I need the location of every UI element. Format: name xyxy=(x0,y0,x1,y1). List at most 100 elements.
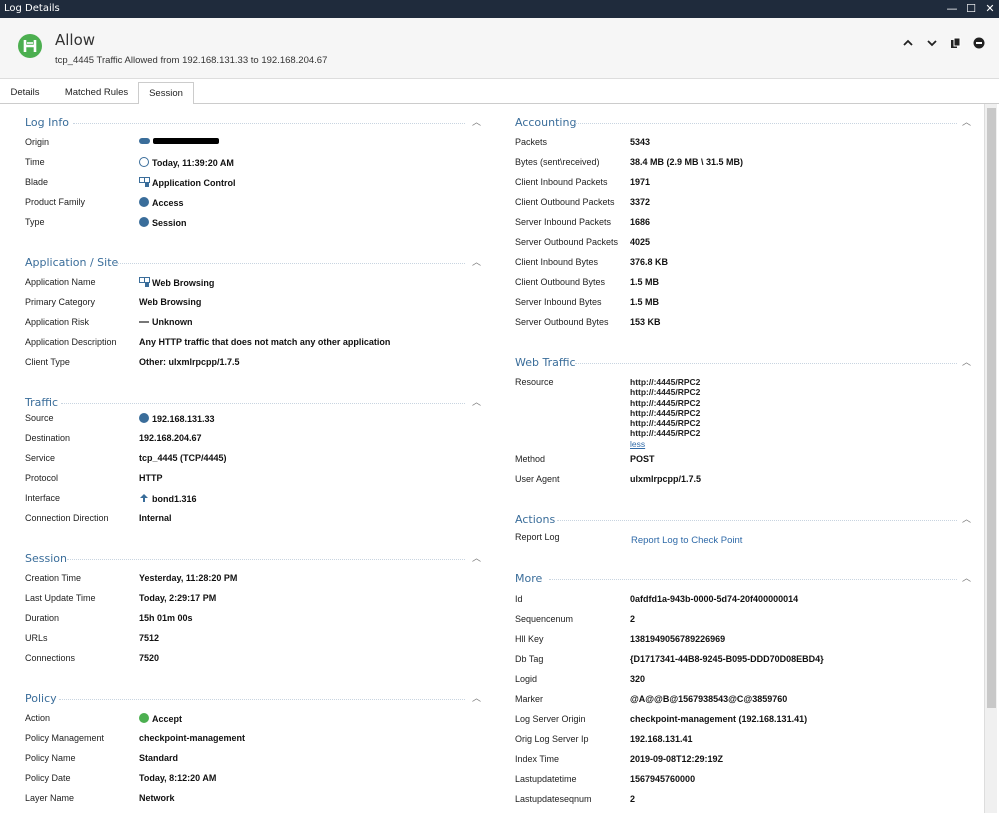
collapse-log-info[interactable]: ︿ xyxy=(472,115,481,128)
tab-session[interactable]: Session xyxy=(138,82,194,105)
collapse-session[interactable]: ︿ xyxy=(472,551,481,564)
field-value xyxy=(139,137,219,147)
field-value: 5343 xyxy=(630,137,651,147)
options-button[interactable] xyxy=(971,37,987,53)
field-value: 1.5 MB xyxy=(630,297,660,307)
field-value: tcp_4445 (TCP/4445) xyxy=(139,453,227,463)
field-value: Today, 11:39:20 AM xyxy=(139,157,234,168)
field-value: 1686 xyxy=(630,217,651,227)
field-value: POST xyxy=(630,454,655,464)
access-icon xyxy=(139,197,149,207)
field-value: 376.8 KB xyxy=(630,257,669,267)
field-label: Protocol xyxy=(25,473,59,483)
field-value: Today, 8:12:20 AM xyxy=(139,773,217,783)
resource-url: http://:4445/RPC2 xyxy=(630,387,701,398)
field-value: 7512 xyxy=(139,633,160,643)
collapse-policy[interactable]: ︿ xyxy=(472,691,481,704)
field-value: 7520 xyxy=(139,653,160,663)
field-label: Origin xyxy=(25,137,50,147)
field-value: 1.5 MB xyxy=(630,277,660,287)
field-label: Action xyxy=(25,713,51,723)
collapse-more[interactable]: ︿ xyxy=(962,571,971,584)
collapse-accounting[interactable]: ︿ xyxy=(962,115,971,128)
field-label: Id xyxy=(515,594,523,604)
field-value: Other: ulxmlrpcpp/1.7.5 xyxy=(139,357,240,367)
field-label: Log Server Origin xyxy=(515,714,586,724)
field-label: Service xyxy=(25,453,56,463)
minimize-button[interactable]: — xyxy=(943,0,961,18)
tab-details[interactable]: Details xyxy=(2,82,48,104)
divider xyxy=(73,123,465,124)
resource-url: http://:4445/RPC2 xyxy=(630,418,701,429)
section-title: Application / Site xyxy=(25,256,119,269)
field-value: Web Browsing xyxy=(139,297,202,307)
section-title: Actions xyxy=(515,513,556,526)
circle-menu-icon xyxy=(973,37,985,49)
collapse-web-traffic[interactable]: ︿ xyxy=(962,355,971,368)
resource-list: http://:4445/RPC2 http://:4445/RPC2 http… xyxy=(630,377,700,449)
next-log-button[interactable] xyxy=(924,37,940,53)
field-label: Lastupdatetime xyxy=(515,774,577,784)
field-label: Last Update Time xyxy=(25,593,96,603)
close-button[interactable]: ✕ xyxy=(981,0,999,18)
copy-button[interactable] xyxy=(948,37,964,53)
resource-url: http://:4445/RPC2 xyxy=(630,397,701,408)
less-link[interactable]: less xyxy=(630,439,700,449)
field-value: Yesterday, 11:28:20 PM xyxy=(139,573,238,583)
field-label: Client Outbound Packets xyxy=(515,197,615,207)
session-icon xyxy=(139,217,149,227)
clock-icon xyxy=(139,157,149,167)
field-value: Internal xyxy=(139,513,172,523)
field-label: Product Family xyxy=(25,197,86,207)
field-value: ulxmlrpcpp/1.7.5 xyxy=(630,474,702,484)
collapse-application[interactable]: ︿ xyxy=(472,255,481,268)
field-value: Any HTTP traffic that does not match any… xyxy=(139,337,391,347)
field-label: Connections xyxy=(25,653,76,663)
field-label: Logid xyxy=(515,674,538,684)
field-value: Accept xyxy=(139,713,182,724)
divider xyxy=(575,363,957,364)
collapse-actions[interactable]: ︿ xyxy=(962,512,971,525)
resource-url: http://:4445/RPC2 xyxy=(630,407,701,418)
risk-dash-icon xyxy=(139,321,149,323)
resource-url: http://:4445/RPC2 xyxy=(630,377,701,387)
details-content: Log Info ︿ Origin Time Today, 11:39:20 A… xyxy=(0,104,984,813)
field-label: Client Inbound Packets xyxy=(515,177,608,187)
scrollbar-thumb[interactable] xyxy=(987,108,996,708)
upload-arrow-icon xyxy=(140,494,148,502)
tab-matched-rules[interactable]: Matched Rules xyxy=(54,82,139,104)
previous-log-button[interactable] xyxy=(900,37,916,53)
field-label: Hll Key xyxy=(515,634,544,644)
chevron-down-icon xyxy=(927,40,937,47)
divider xyxy=(557,520,957,521)
field-label: Server Inbound Packets xyxy=(515,217,612,227)
field-value: 2 xyxy=(630,614,636,624)
field-label: Server Outbound Bytes xyxy=(515,317,609,327)
field-label: Connection Direction xyxy=(25,513,109,523)
field-label: Resource xyxy=(515,377,554,387)
field-value: {D1717341-44B8-9245-B095-DDD70D08EBD4} xyxy=(630,654,824,664)
field-label: Policy Management xyxy=(25,733,105,743)
field-label: Type xyxy=(25,217,45,227)
field-value: Network xyxy=(139,793,175,803)
field-value: 192.168.131.33 xyxy=(139,413,215,424)
field-label: Orig Log Server Ip xyxy=(515,734,589,744)
field-label: Db Tag xyxy=(515,654,544,664)
field-value: Standard xyxy=(139,753,179,763)
collapse-traffic[interactable]: ︿ xyxy=(472,395,481,408)
field-value: Application Control xyxy=(139,177,236,188)
field-label: Destination xyxy=(25,433,71,443)
field-label: Marker xyxy=(515,694,544,704)
field-value: 192.168.131.41 xyxy=(630,734,693,744)
field-label: Source xyxy=(25,413,54,423)
vertical-scrollbar[interactable] xyxy=(984,104,997,813)
field-value: Web Browsing xyxy=(139,277,214,288)
field-label: Application Name xyxy=(25,277,96,287)
tab-bar: Details Matched Rules Session xyxy=(0,82,999,105)
report-log-link[interactable]: Report Log to Check Point xyxy=(631,535,742,546)
maximize-button[interactable]: ☐ xyxy=(962,0,980,18)
divider xyxy=(575,123,957,124)
field-value: 320 xyxy=(630,674,646,684)
allow-status-icon xyxy=(18,34,42,58)
field-label: Policy Date xyxy=(25,773,71,783)
